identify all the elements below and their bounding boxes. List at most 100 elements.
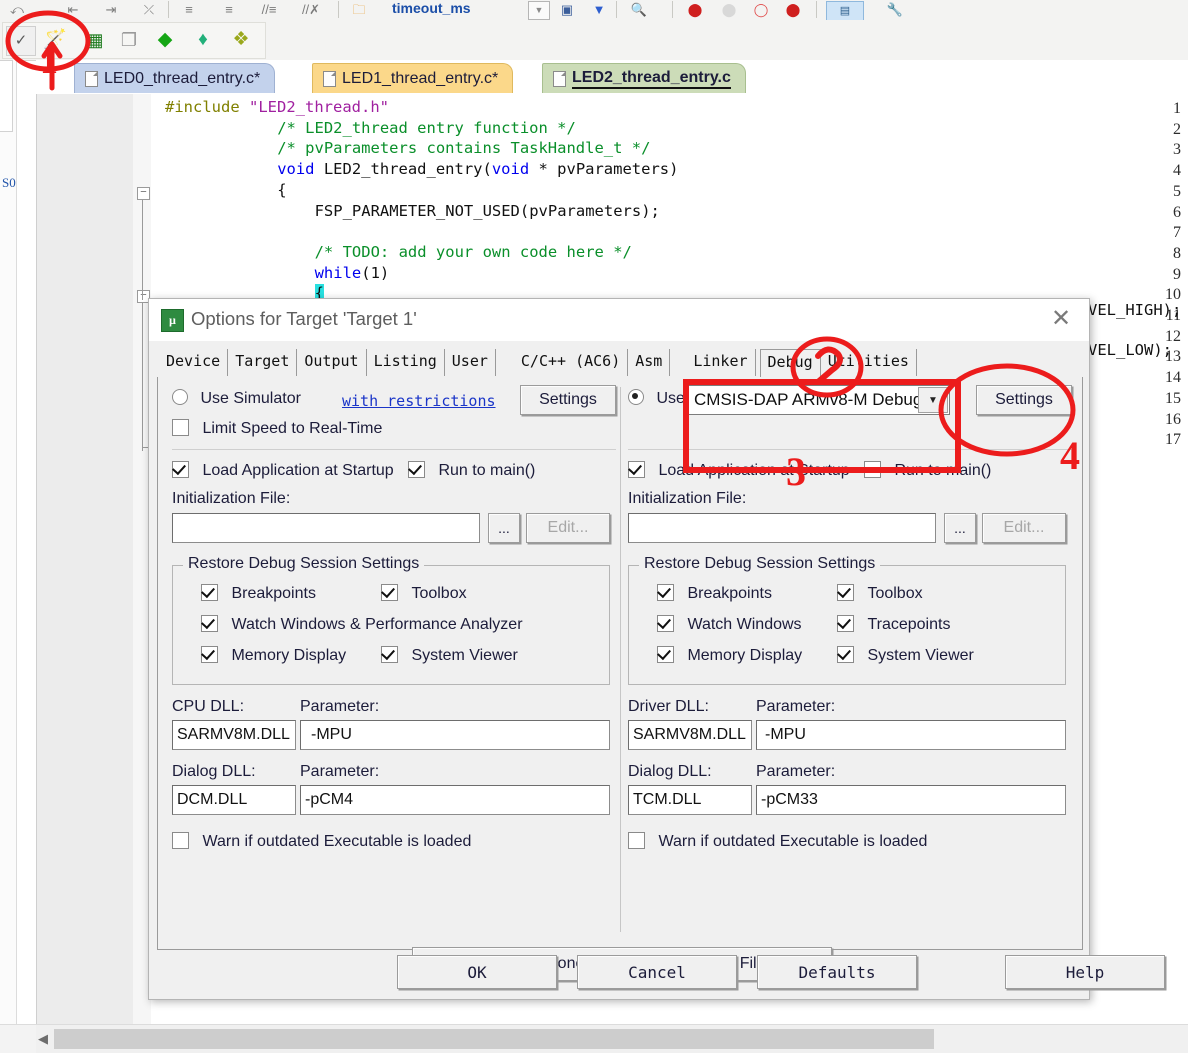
editor-tab-led0[interactable]: LED0_thread_entry.c*	[74, 63, 276, 93]
toolbox-checkbox-sim[interactable]: Toolbox	[381, 584, 467, 603]
ok-button[interactable]: OK	[397, 955, 557, 989]
dialog-tab-asm[interactable]: Asm	[628, 349, 671, 376]
defaults-button[interactable]: Defaults	[757, 955, 917, 989]
memory-display-checkbox-drv[interactable]: Memory Display	[657, 646, 802, 665]
clear-breakpoints-icon[interactable]: ◯	[750, 1, 772, 19]
checkbox-indicator[interactable]	[837, 646, 854, 663]
breakpoints-checkbox-sim[interactable]: Breakpoints	[201, 584, 316, 603]
checkbox-indicator[interactable]	[657, 615, 674, 632]
outdent-icon[interactable]: ≡	[218, 1, 240, 19]
tracepoints-checkbox-drv[interactable]: Tracepoints	[837, 615, 950, 634]
watch-windows-checkbox-sim[interactable]: Watch Windows & Performance Analyzer	[201, 615, 523, 634]
dialog-param-input-sim[interactable]: -pCM4	[300, 785, 610, 815]
find-icon[interactable]: 🔍	[628, 1, 650, 19]
close-icon[interactable]: ✕	[1047, 307, 1075, 333]
dialog-tab-user[interactable]: User	[445, 349, 496, 376]
step-over-icon[interactable]: ⇥	[100, 1, 122, 19]
dialog-dll-input-drv[interactable]: TCM.DLL	[628, 785, 752, 815]
manage-project-items-icon[interactable]: ◆	[152, 27, 178, 53]
checkbox-indicator[interactable]	[201, 615, 218, 632]
checkbox-indicator[interactable]	[172, 419, 189, 436]
system-viewer-checkbox-drv[interactable]: System Viewer	[837, 646, 974, 665]
uncomment-icon[interactable]: //✗	[300, 1, 322, 19]
comment-icon[interactable]: //≡	[258, 1, 280, 19]
dialog-tab-target[interactable]: Target	[228, 349, 298, 376]
dialog-tab-device[interactable]: Device	[159, 349, 229, 376]
editor-tab-led1[interactable]: LED1_thread_entry.c*	[312, 63, 514, 93]
checkbox-indicator[interactable]	[628, 461, 645, 478]
indent-icon[interactable]: ≡	[178, 1, 200, 19]
breakpoint-icon[interactable]: ⬤	[684, 1, 706, 19]
init-file-browse-button-drv[interactable]: ...	[944, 513, 976, 543]
watch-windows-checkbox-drv[interactable]: Watch Windows	[657, 615, 802, 634]
code-line[interactable]: while(1)	[315, 264, 390, 282]
tools-icon[interactable]: 🔧	[884, 1, 906, 19]
code-line[interactable]: #include "LED2_thread.h"	[165, 98, 389, 116]
dialog-param-input-drv[interactable]: -pCM33	[756, 785, 1066, 815]
editor-tab-led2[interactable]: LED2_thread_entry.c	[542, 63, 746, 93]
run-to-main-checkbox-drv[interactable]: Run to main()	[864, 461, 991, 480]
memory-display-checkbox-sim[interactable]: Memory Display	[201, 646, 346, 665]
breakpoints-checkbox-drv[interactable]: Breakpoints	[657, 584, 772, 603]
dialog-tab-listing[interactable]: Listing	[367, 349, 445, 376]
disable-breakpoint-icon[interactable]: ⬤	[718, 1, 740, 19]
code-line[interactable]: /* pvParameters contains TaskHandle_t */	[277, 139, 650, 157]
build-target-icon[interactable]: ▦	[82, 27, 108, 53]
checkbox-indicator[interactable]	[201, 646, 218, 663]
checkbox-indicator[interactable]	[657, 646, 674, 663]
next-bookmark-icon[interactable]: ▼	[588, 1, 610, 19]
checkbox-indicator[interactable]	[837, 615, 854, 632]
checkbox-indicator[interactable]	[201, 584, 218, 601]
step-back-icon[interactable]: ⤺	[6, 1, 28, 19]
radio-indicator[interactable]	[172, 389, 188, 405]
with-restrictions-link[interactable]: with restrictions	[342, 392, 496, 410]
driver-dll-input[interactable]: SARMV8M.DLL	[628, 720, 752, 750]
init-file-input-sim[interactable]	[172, 513, 480, 543]
window-icon[interactable]: ▤	[826, 1, 864, 21]
dialog-tab-c-c-ac6[interactable]: C/C++ (AC6)	[514, 349, 629, 376]
checkbox-indicator[interactable]	[172, 832, 189, 849]
use-driver-radio[interactable]: Use	[628, 389, 685, 408]
init-file-browse-button-sim[interactable]: ...	[488, 513, 520, 543]
editor-hscrollbar[interactable]: ◀	[36, 1024, 1188, 1053]
step-into-icon[interactable]: ⇤	[62, 1, 84, 19]
system-viewer-checkbox-sim[interactable]: System Viewer	[381, 646, 518, 665]
checkbox-indicator[interactable]	[837, 584, 854, 601]
radio-indicator[interactable]	[628, 389, 644, 405]
checkbox-indicator[interactable]	[408, 461, 425, 478]
toolbar-combo-text[interactable]: timeout_ms	[392, 0, 471, 16]
step-out-icon[interactable]: ⤫	[138, 1, 160, 19]
driver-param-input[interactable]: -MPU	[756, 720, 1066, 750]
driver-settings-button[interactable]: Settings	[976, 385, 1072, 415]
checkbox-indicator[interactable]	[381, 584, 398, 601]
code-line[interactable]: /* LED2_thread entry function */	[277, 119, 576, 137]
init-file-input-drv[interactable]	[628, 513, 936, 543]
code-line[interactable]: {	[277, 181, 286, 199]
pack-installer-icon[interactable]: ❖	[228, 27, 254, 53]
load-app-checkbox-sim[interactable]: Load Application at Startup	[172, 461, 394, 480]
cpu-dll-input[interactable]: SARMV8M.DLL	[172, 720, 296, 750]
limit-speed-checkbox[interactable]: Limit Speed to Real-Time	[172, 419, 382, 438]
hscroll-thumb[interactable]	[54, 1029, 934, 1049]
checkbox-indicator[interactable]	[657, 584, 674, 601]
chevron-down-icon[interactable]: ▼	[528, 1, 550, 20]
cpu-param-input[interactable]: -MPU	[300, 720, 610, 750]
configuration-wizard-icon[interactable]: ♦	[190, 27, 216, 53]
breakpoint-list-icon[interactable]: ⬤	[782, 1, 804, 19]
warn-outdated-checkbox-sim[interactable]: Warn if outdated Executable is loaded	[172, 832, 471, 851]
insert-bookmark-icon[interactable]: ▣	[556, 1, 578, 19]
code-line[interactable]: /* TODO: add your own code here */	[315, 243, 632, 261]
checkbox-indicator[interactable]	[172, 461, 189, 478]
driver-combo[interactable]: CMSIS-DAP ARMv8-M Debugg ▼	[688, 385, 950, 415]
dialog-tab-linker[interactable]: Linker	[686, 349, 756, 376]
help-button[interactable]: Help	[1005, 955, 1165, 989]
load-app-checkbox-drv[interactable]: Load Application at Startup	[628, 461, 850, 480]
dialog-dll-input-sim[interactable]: DCM.DLL	[172, 785, 296, 815]
chevron-down-icon[interactable]: ▼	[918, 387, 948, 413]
open-folder-icon[interactable]: 🗀	[348, 1, 370, 19]
checkbox-indicator[interactable]	[864, 461, 881, 478]
checkbox-indicator[interactable]	[381, 646, 398, 663]
code-line[interactable]: FSP_PARAMETER_NOT_USED(pvParameters);	[315, 202, 660, 220]
checkbox-indicator[interactable]	[628, 832, 645, 849]
dialog-tab-output[interactable]: Output	[297, 349, 367, 376]
